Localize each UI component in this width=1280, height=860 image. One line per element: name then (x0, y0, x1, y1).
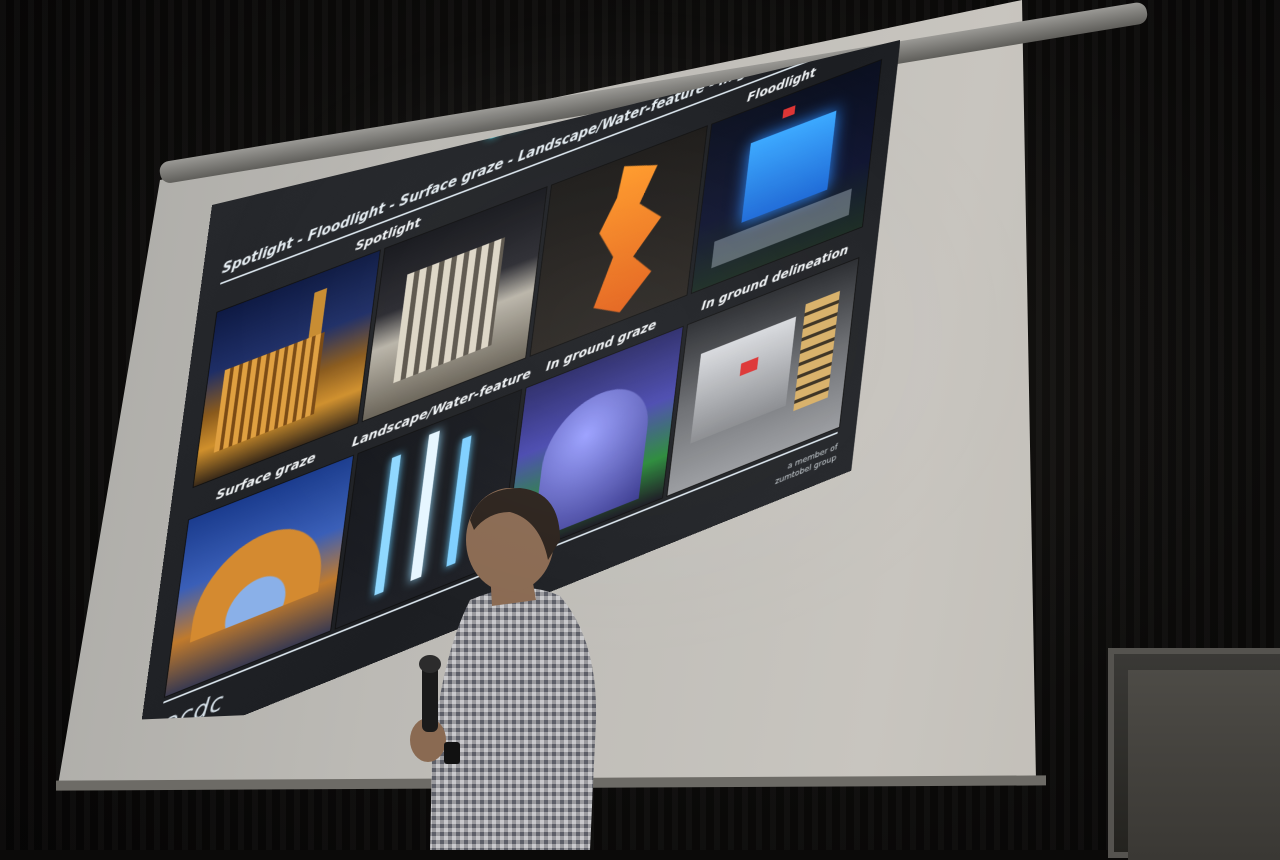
wristwatch (444, 742, 460, 764)
presenter (410, 488, 597, 850)
microphone-head (419, 655, 441, 673)
